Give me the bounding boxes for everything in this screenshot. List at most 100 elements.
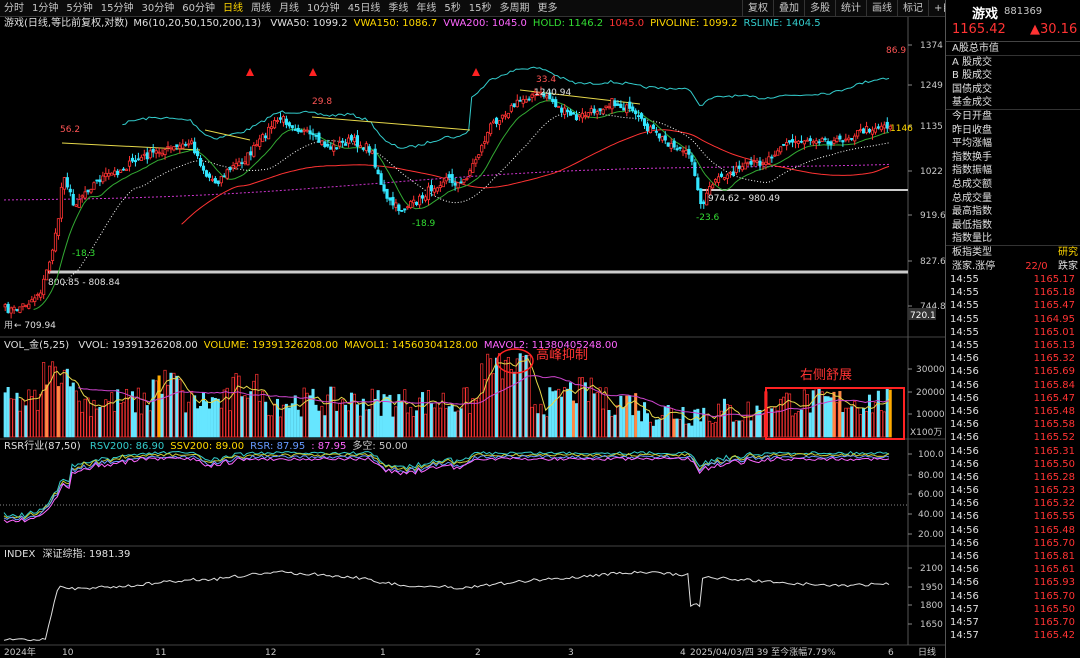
volume-bar xyxy=(734,420,738,438)
volume-bar xyxy=(344,404,348,438)
rsr-panel[interactable]: 100.0 80.00 60.00 40.00 20.00 xyxy=(0,450,944,540)
legend-item: RSR: 87.95 xyxy=(250,441,306,452)
candle-body xyxy=(530,94,534,98)
limit-value: 22/0 xyxy=(1025,260,1048,272)
volume-bar xyxy=(506,356,510,438)
candle-body xyxy=(782,143,786,146)
candle-body xyxy=(705,192,709,206)
volume-bar xyxy=(48,365,52,438)
main-legend-row: 游戏(日线,等比前复权,对数) M6(10,20,50,150,200,13) … xyxy=(4,18,821,30)
volume-bar xyxy=(403,389,407,438)
tick-list[interactable]: 14:55 1165.17 14:55 1165.18 14:55 1165.47 14:5… xyxy=(946,273,1080,642)
candle-body xyxy=(9,307,13,314)
volume-bar xyxy=(489,358,493,438)
tick-row: 14:56 1165.52 xyxy=(946,431,1080,444)
y-tick-label: 10000 xyxy=(916,410,945,420)
volume-bar xyxy=(708,420,712,438)
candle-body xyxy=(21,303,25,307)
candle-body xyxy=(59,186,64,219)
candle-body xyxy=(580,113,584,119)
tick-row: 14:56 1165.32 xyxy=(946,497,1080,510)
volume-bar xyxy=(361,398,365,438)
candle-body xyxy=(719,173,724,177)
tick-row: 14:55 1165.17 xyxy=(946,273,1080,286)
tick-row: 14:56 1165.69 xyxy=(946,365,1080,378)
candle-body xyxy=(518,99,522,102)
candle-body xyxy=(116,170,120,176)
candle-body xyxy=(305,129,309,132)
volume-bar xyxy=(492,373,496,438)
index-panel[interactable]: 2100 1950 1800 1650 xyxy=(3,564,943,642)
candle-body xyxy=(847,137,851,141)
index-legend-value: 深证综指: 1981.39 xyxy=(42,549,131,560)
volume-legend-row: VOL_金(5,25) VVOL: 19391326208.00 VOLUME: … xyxy=(4,340,618,352)
price-panel[interactable]: 1374124911351022919.6827.6744.8720.1800.… xyxy=(3,41,945,331)
volume-bar xyxy=(539,403,543,438)
volume-bar xyxy=(59,382,63,438)
candle-body xyxy=(24,305,28,308)
volume-bar xyxy=(770,408,774,438)
tick-price: 1165.70 xyxy=(1033,537,1075,549)
stat-label: 指数量比 xyxy=(952,233,992,245)
volume-bar xyxy=(793,413,798,438)
candle-body xyxy=(142,153,146,156)
candle-body xyxy=(264,135,268,139)
range-label: 800.85 - 808.84 xyxy=(48,278,120,288)
tick-time: 14:55 xyxy=(950,300,979,312)
stat-label: 国债成交 xyxy=(952,83,992,95)
candle-body xyxy=(725,174,729,179)
volume-bar xyxy=(666,405,670,438)
x-tick-label: 6 xyxy=(888,648,894,658)
candle-body xyxy=(453,182,457,186)
volume-bar xyxy=(237,375,241,438)
candle-body xyxy=(480,144,484,153)
volume-bar xyxy=(210,397,214,438)
tick-price: 1165.32 xyxy=(1033,498,1075,510)
tick-price: 1165.84 xyxy=(1033,379,1075,391)
candle-body xyxy=(201,165,206,171)
candle-body xyxy=(651,124,655,130)
volume-bar xyxy=(722,398,726,438)
volume-bar xyxy=(663,406,667,438)
volume-bar xyxy=(107,401,111,438)
candle-body xyxy=(98,179,102,183)
tick-time: 14:56 xyxy=(950,419,979,431)
volume-bar xyxy=(545,416,549,438)
tick-price: 1165.48 xyxy=(1033,524,1075,536)
chart-annotation: 1240.94 xyxy=(534,88,571,98)
candle-body xyxy=(311,133,315,136)
candle-body xyxy=(734,166,738,173)
x-axis: 2024年 10 11 12 1 2 3 4 62025/04/03/四 39 至今涨幅7.79… xyxy=(4,646,936,658)
volume-bar xyxy=(749,420,753,438)
candle-body xyxy=(175,144,179,148)
candle-body xyxy=(681,150,685,153)
tick-price: 1165.93 xyxy=(1033,577,1075,589)
chart-canvas[interactable]: 1374124911351022919.6827.6744.8720.1800.… xyxy=(0,0,945,658)
candle-body xyxy=(181,143,185,149)
volume-bar xyxy=(835,402,839,438)
volume-bar xyxy=(477,397,481,438)
legend-item: VWA200: 1045.0 xyxy=(443,18,527,29)
stat-row: 指数换手 xyxy=(946,151,1080,165)
candle-body xyxy=(3,304,7,308)
candle-body xyxy=(873,127,877,133)
candle-body xyxy=(471,163,475,173)
candle-body xyxy=(65,177,69,188)
volume-bar xyxy=(332,386,336,438)
candle-body xyxy=(231,165,235,169)
candle-body xyxy=(577,114,581,118)
price-box-label: 720.1 xyxy=(910,311,936,321)
candle-body xyxy=(352,137,357,143)
volume-bar xyxy=(571,400,576,438)
candle-body xyxy=(491,120,496,124)
candle-body xyxy=(799,140,803,143)
candle-body xyxy=(77,199,81,208)
candle-body xyxy=(184,143,188,146)
y-tick-label: 1800 xyxy=(920,601,943,611)
volume-bar xyxy=(80,411,84,438)
volume-bar xyxy=(444,408,448,438)
volume-panel[interactable]: 300002000010000X100万高峰抑制右侧舒展 xyxy=(3,347,945,440)
y-tick-label: 1022 xyxy=(920,167,943,177)
candle-body xyxy=(417,195,422,206)
candle-body xyxy=(613,100,617,106)
